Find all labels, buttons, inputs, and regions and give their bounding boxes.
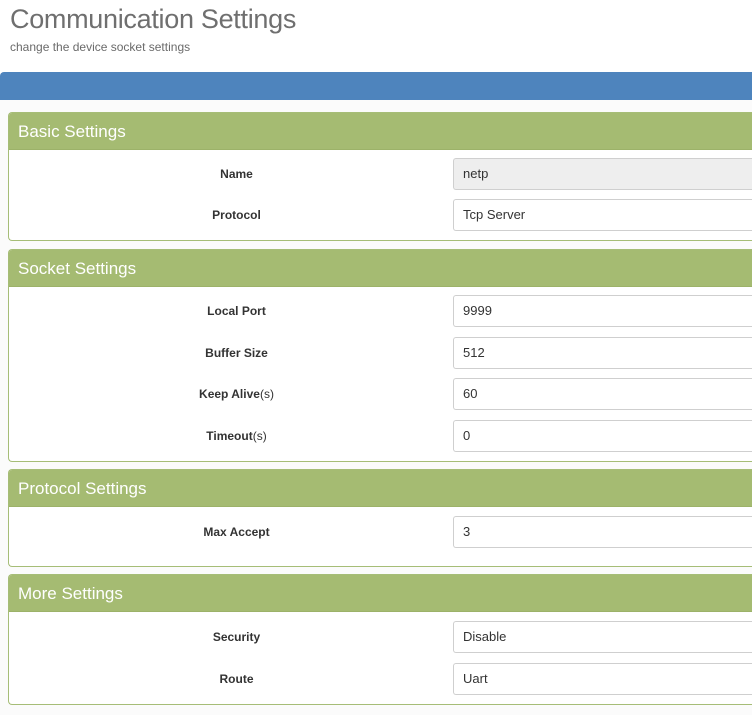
section-top-bar: [0, 72, 752, 100]
settings-content: Basic Settings Name netp Protocol Tcp Se…: [0, 100, 752, 715]
timeout-input[interactable]: 0: [453, 420, 752, 452]
timeout-label: Timeout(s): [206, 429, 267, 443]
protocol-row: Protocol Tcp Server: [9, 199, 752, 231]
max-accept-row: Max Accept 3: [9, 516, 752, 548]
page-subtitle: change the device socket settings: [10, 40, 191, 54]
protocol-settings-heading: Protocol Settings: [9, 470, 752, 507]
max-accept-input[interactable]: 3: [453, 516, 752, 548]
name-label: Name: [220, 167, 253, 181]
keep-alive-unit: (s): [259, 387, 274, 401]
name-row: Name netp: [9, 158, 752, 190]
more-settings-heading: More Settings: [9, 575, 752, 612]
security-select[interactable]: Disable: [453, 621, 752, 653]
protocol-label: Protocol: [212, 208, 261, 222]
buffer-size-label: Buffer Size: [205, 346, 268, 360]
route-label: Route: [219, 672, 254, 686]
local-port-row: Local Port 9999: [9, 295, 752, 327]
page-header: Communication Settings change the device…: [10, 4, 296, 54]
route-row: Route Uart: [9, 663, 752, 695]
basic-settings-panel: Basic Settings Name netp Protocol Tcp Se…: [8, 112, 752, 241]
keep-alive-label: Keep Alive(s): [199, 387, 274, 401]
page-title: Communication Settings: [10, 4, 297, 34]
route-select[interactable]: Uart: [453, 663, 752, 695]
timeout-row: Timeout(s) 0: [9, 420, 752, 452]
security-row: Security Disable: [9, 621, 752, 653]
keep-alive-row: Keep Alive(s) 60: [9, 378, 752, 410]
protocol-select[interactable]: Tcp Server: [453, 199, 752, 231]
max-accept-label: Max Accept: [203, 525, 270, 539]
name-input[interactable]: netp: [453, 158, 752, 190]
basic-settings-heading: Basic Settings: [9, 113, 752, 150]
buffer-size-row: Buffer Size 512: [9, 337, 752, 369]
timeout-unit: (s): [252, 429, 267, 443]
local-port-input[interactable]: 9999: [453, 295, 752, 327]
protocol-settings-panel: Protocol Settings Max Accept 3: [8, 469, 752, 567]
local-port-label: Local Port: [207, 304, 266, 318]
keep-alive-input[interactable]: 60: [453, 378, 752, 410]
security-label: Security: [212, 630, 261, 644]
more-settings-panel: More Settings Security Disable Route Uar…: [8, 574, 752, 705]
socket-settings-heading: Socket Settings: [9, 250, 752, 287]
socket-settings-panel: Socket Settings Local Port 9999 Buffer S…: [8, 249, 752, 462]
buffer-size-input[interactable]: 512: [453, 337, 752, 369]
